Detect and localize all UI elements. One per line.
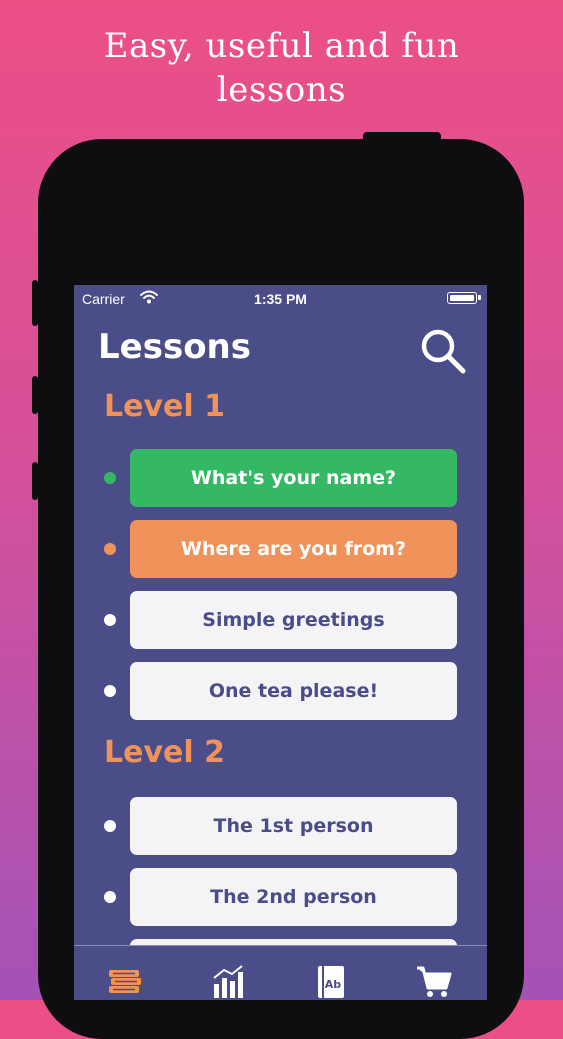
promo-line-1: Easy, useful and fun: [103, 26, 460, 66]
level-1-heading: Level 1: [104, 389, 225, 424]
lesson-row[interactable]: Simple greetings: [74, 591, 487, 649]
level-2-heading: Level 2: [104, 735, 225, 770]
page-title: Lessons: [98, 327, 251, 367]
promo-headline: Easy, useful and fun lessons: [0, 24, 563, 112]
lesson-row[interactable]: What's your name?: [74, 449, 487, 507]
tab-bar: Ab: [74, 945, 487, 1000]
lesson-row[interactable]: The 1st person: [74, 797, 487, 855]
lesson-button[interactable]: What's your name?: [130, 449, 457, 507]
lesson-button[interactable]: One tea please!: [130, 662, 457, 720]
lesson-row[interactable]: One tea please!: [74, 662, 487, 720]
lesson-row[interactable]: Where are you from?: [74, 520, 487, 578]
search-icon[interactable]: [419, 327, 467, 375]
lesson-row[interactable]: The 2nd person: [74, 868, 487, 926]
lesson-status-dot: [104, 614, 116, 626]
svg-text:Ab: Ab: [325, 978, 342, 991]
lesson-button[interactable]: Simple greetings: [130, 591, 457, 649]
status-time: 1:35 PM: [254, 291, 307, 307]
status-bar: Carrier 1:35 PM: [74, 285, 487, 311]
lesson-status-dot: [104, 685, 116, 697]
app-screen: Carrier 1:35 PM Lessons Level 1 What's y…: [74, 285, 487, 1000]
lesson-status-dot: [104, 820, 116, 832]
stats-chart-icon[interactable]: [210, 964, 246, 1000]
lesson-button[interactable]: Where are you from?: [130, 520, 457, 578]
lesson-status-dot: [104, 543, 116, 555]
lesson-status-dot: [104, 891, 116, 903]
dictionary-icon[interactable]: Ab: [313, 964, 349, 1000]
lesson-status-dot: [104, 472, 116, 484]
battery-icon: [447, 292, 481, 304]
promo-line-2: lessons: [216, 70, 347, 110]
books-icon[interactable]: [107, 964, 143, 1000]
cart-icon[interactable]: [416, 964, 452, 1000]
lesson-button[interactable]: The 2nd person: [130, 868, 457, 926]
lesson-button[interactable]: The 1st person: [130, 797, 457, 855]
